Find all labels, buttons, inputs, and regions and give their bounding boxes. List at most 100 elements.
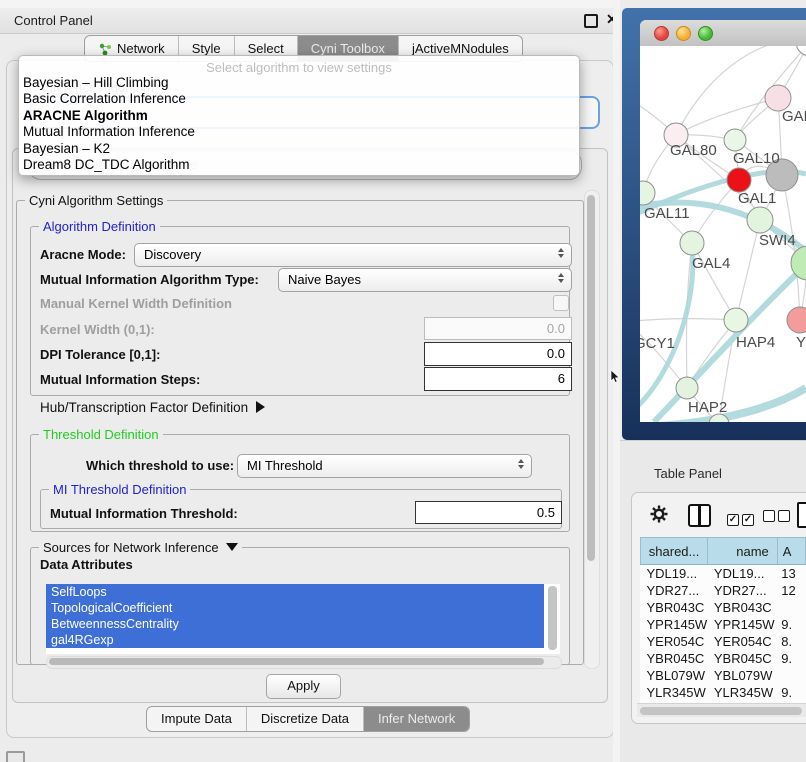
page-icon[interactable]	[797, 502, 806, 528]
table-row[interactable]: YPR145WYPR145W9.	[641, 616, 806, 633]
table-header-row: shared...nameA	[641, 538, 806, 565]
data-attribute-item[interactable]: gal4RGexp	[46, 632, 544, 648]
table-panel-title: Table Panel	[654, 466, 722, 481]
settings-scrollbar[interactable]	[584, 190, 600, 669]
split-columns-icon[interactable]	[688, 504, 711, 527]
table-horizontal-scrollbar[interactable]	[637, 703, 806, 717]
network-canvas[interactable]: GALGAL80GAL10GAL1GAL11GAL4SWI4GCY1HAP4YH…	[640, 46, 806, 422]
column-header[interactable]: A	[777, 538, 805, 565]
node-table: shared...nameA YDL19...YDL19...13YDR27..…	[640, 537, 806, 703]
hub-definition-toggle[interactable]: Hub/Transcription Factor Definition	[40, 399, 265, 417]
list-scrollbar[interactable]	[548, 586, 557, 650]
table-row[interactable]: YDR27...YDR27...12	[641, 582, 806, 599]
table-body: YDL19...YDL19...13YDR27...YDR27...12YBR0…	[641, 565, 806, 704]
data-attribute-item[interactable]: BetweennessCentrality	[46, 616, 544, 632]
mi-threshold-field[interactable]: 0.5	[415, 501, 562, 524]
node-label: GAL10	[733, 150, 780, 167]
network-graph: GALGAL80GAL10GAL1GAL11GAL4SWI4GCY1HAP4YH…	[640, 46, 806, 422]
network-window: GALGAL80GAL10GAL1GAL11GAL4SWI4GCY1HAP4YH…	[640, 20, 806, 422]
data-attribute-item[interactable]: TopologicalCoefficient	[46, 600, 544, 616]
group-title: Threshold Definition	[39, 427, 163, 442]
algorithm-option[interactable]: ARACNE Algorithm	[19, 108, 579, 124]
group-title: Algorithm Definition	[39, 219, 160, 234]
network-node[interactable]	[724, 129, 746, 151]
tab-discretize-data[interactable]: Discretize Data	[246, 707, 363, 731]
network-icon	[98, 42, 112, 56]
table-row[interactable]: YDL19...YDL19...13	[641, 565, 806, 583]
node-label: GAL80	[670, 142, 717, 159]
list-horizontal-scrollbar[interactable]	[46, 656, 562, 669]
node-label: SWI4	[759, 232, 796, 249]
which-threshold-select[interactable]: MI Threshold	[237, 454, 532, 478]
expand-right-icon	[256, 401, 265, 413]
table-row[interactable]: YER054CYER054C8.	[641, 633, 806, 650]
apply-button[interactable]: Apply	[266, 674, 341, 699]
mouse-cursor	[610, 370, 622, 384]
aracne-mode-select[interactable]: Discovery	[134, 243, 572, 267]
stepper-arrows-icon	[518, 459, 524, 469]
node-label: Y	[796, 334, 806, 351]
dpi-tolerance-label: DPI Tolerance [0,1]:	[40, 347, 160, 362]
algorithm-option[interactable]: Mutual Information Inference	[19, 124, 579, 140]
field-value: 0.0	[547, 346, 565, 361]
field-value: 0.5	[537, 505, 555, 520]
network-node[interactable]	[747, 207, 773, 233]
network-node[interactable]	[727, 168, 751, 192]
group-title: MI Threshold Definition	[49, 482, 190, 497]
network-node[interactable]	[724, 308, 748, 332]
collapsed-panel-icon[interactable]	[6, 751, 25, 762]
algorithm-option[interactable]: Basic Correlation Inference	[19, 91, 579, 107]
data-attributes-label: Data Attributes	[40, 557, 133, 572]
stepper-arrows-icon	[558, 248, 564, 258]
expand-down-icon	[226, 543, 238, 551]
aracne-mode-label: Aracne Mode:	[40, 247, 126, 262]
algorithm-dropdown-list: Bayesian – Hill ClimbingBasic Correlatio…	[19, 75, 579, 173]
mi-steps-label: Mutual Information Steps:	[40, 372, 200, 387]
mi-steps-field[interactable]: 6	[424, 367, 572, 391]
column-header[interactable]: name	[708, 538, 777, 565]
tab-impute-data[interactable]: Impute Data	[147, 707, 246, 731]
manual-kernel-label: Manual Kernel Width Definition	[40, 296, 232, 311]
mi-type-label: Mutual Information Algorithm Type:	[40, 272, 259, 287]
algorithm-option[interactable]: Dream8 DC_TDC Algorithm	[19, 157, 579, 173]
screen: Control Panel ✕ Network Style Select Cyn…	[0, 0, 806, 762]
dpi-tolerance-field[interactable]: 0.0	[424, 342, 572, 366]
node-label: HAP4	[736, 334, 775, 351]
network-node[interactable]	[680, 231, 704, 255]
selected-value: Naive Bayes	[288, 272, 361, 287]
column-header[interactable]: shared...	[641, 538, 708, 565]
network-node[interactable]	[676, 377, 698, 399]
kernel-width-field[interactable]: 0.0	[424, 317, 572, 340]
manual-kernel-checkbox[interactable]	[553, 295, 569, 311]
tab-infer-network[interactable]: Infer Network	[363, 707, 469, 731]
float-window-icon[interactable]	[584, 14, 598, 28]
hub-definition-label: Hub/Transcription Factor Definition	[40, 400, 248, 415]
which-threshold-label: Which threshold to use:	[86, 458, 234, 473]
algorithm-option[interactable]: Bayesian – Hill Climbing	[19, 75, 579, 91]
kernel-width-label: Kernel Width (0,1):	[40, 322, 155, 337]
sources-toggle[interactable]: Sources for Network Inference	[39, 540, 242, 555]
field-value: 6	[558, 371, 565, 386]
mi-threshold-label: Mutual Information Threshold:	[50, 506, 238, 521]
zoom-window-icon[interactable]	[698, 26, 713, 41]
network-node[interactable]	[796, 46, 806, 56]
table-row[interactable]: YBR045CYBR045C9.	[641, 650, 806, 667]
algorithm-option[interactable]: Bayesian – K2	[19, 141, 579, 157]
deselect-all-checkboxes-icon[interactable]	[763, 509, 793, 527]
close-window-icon[interactable]	[654, 26, 669, 41]
data-attribute-item[interactable]: SelfLoops	[46, 584, 544, 600]
network-window-titlebar[interactable]	[640, 20, 806, 47]
minimize-window-icon[interactable]	[676, 26, 691, 41]
panel-title: Control Panel	[14, 13, 93, 28]
mi-algorithm-type-select[interactable]: Naive Bayes	[278, 268, 572, 292]
stepper-arrows-icon	[558, 273, 564, 283]
table-row[interactable]: YLR345WYLR345W9.	[641, 684, 806, 701]
table-row[interactable]: YBR043CYBR043C	[641, 599, 806, 616]
data-attributes-list[interactable]: SelfLoopsTopologicalCoefficientBetweenne…	[46, 584, 560, 654]
network-node[interactable]	[787, 307, 806, 333]
table-row[interactable]: YBL079WYBL079W	[641, 667, 806, 684]
select-all-checkboxes-icon[interactable]: ✓✓	[727, 509, 757, 527]
gear-icon[interactable]	[649, 504, 669, 529]
bottom-tabs: Impute Data Discretize Data Infer Networ…	[146, 706, 470, 732]
selected-value: MI Threshold	[247, 458, 323, 473]
